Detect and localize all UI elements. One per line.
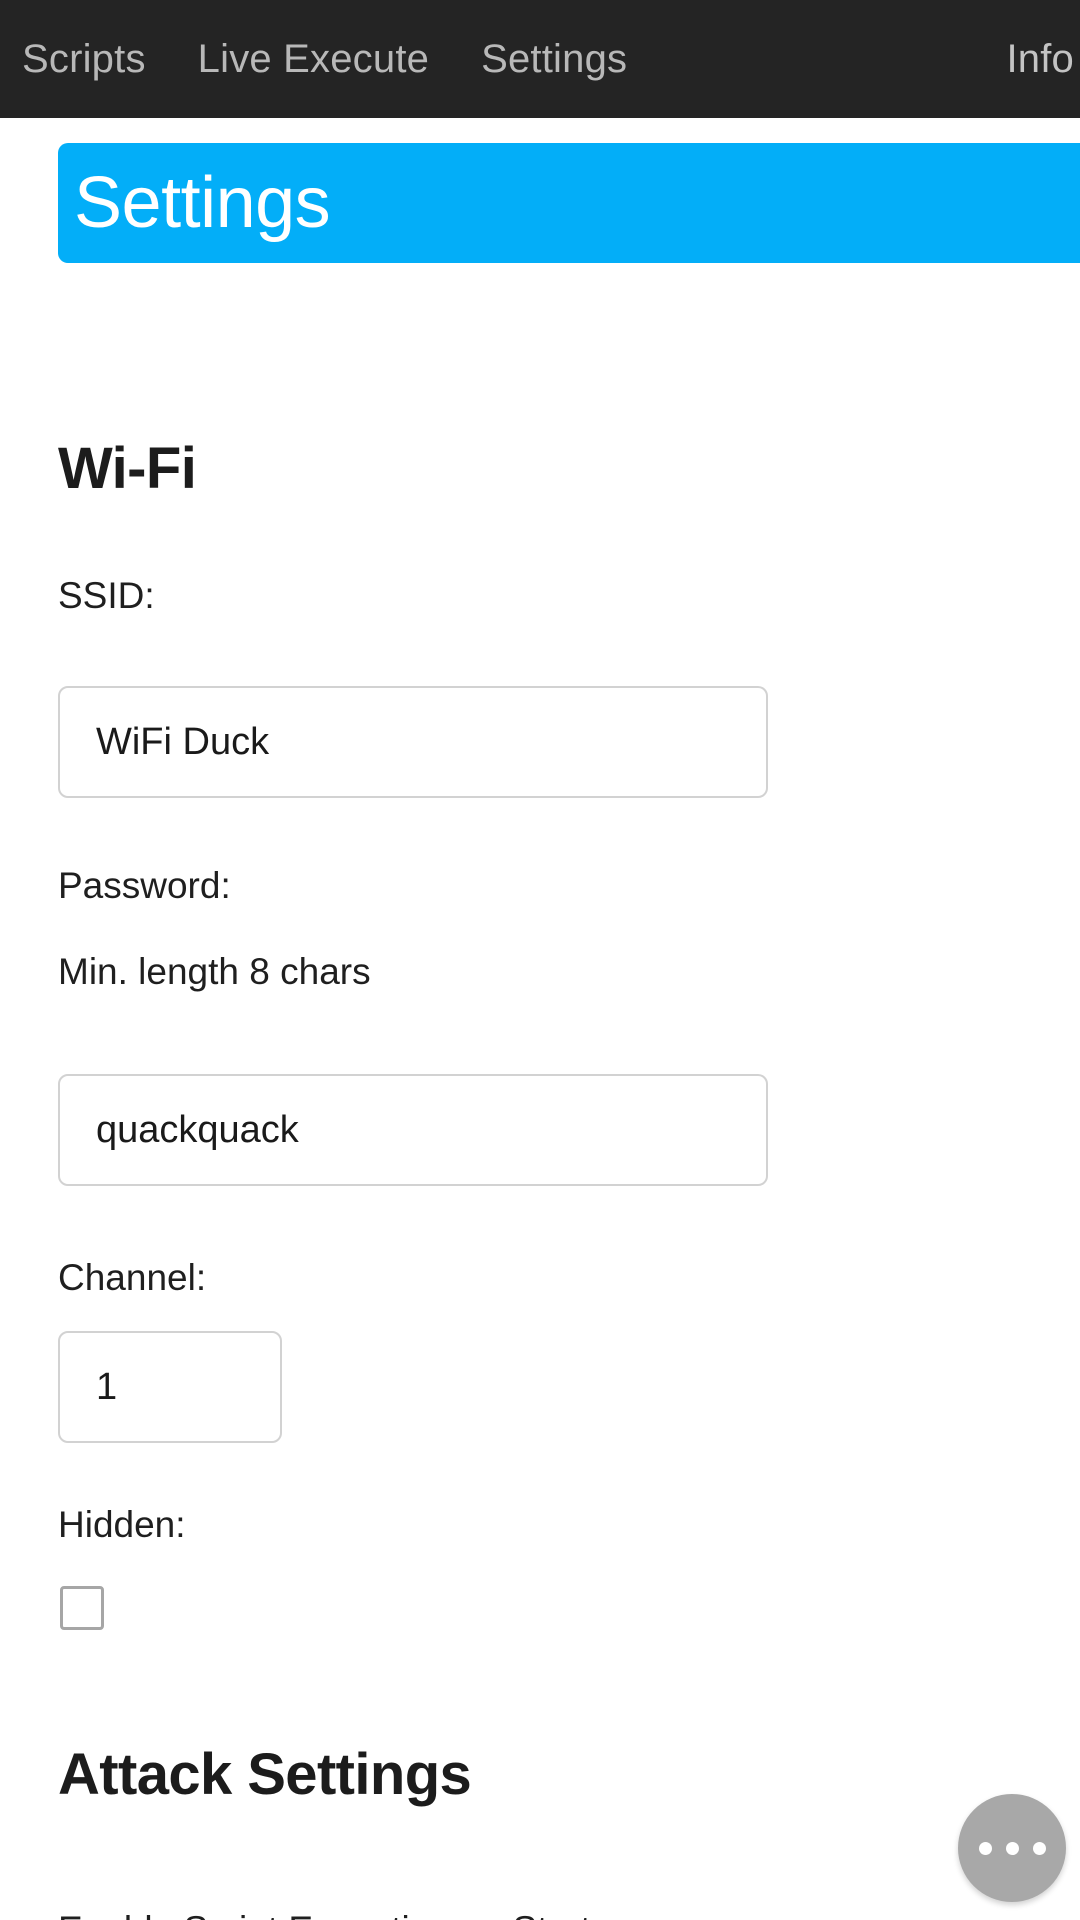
hidden-checkbox[interactable] (60, 1586, 104, 1630)
more-horizontal-icon-dot3 (1032, 1841, 1046, 1855)
password-input[interactable]: quackquack (58, 1074, 768, 1186)
channel-label: Channel: (58, 1257, 207, 1298)
tab-live-execute[interactable]: Live Execute (172, 39, 455, 79)
settings-webview: Settings Wi-Fi SSID: WiFi Duck Password:… (0, 118, 1080, 1920)
section-heading-wifi: Wi-Fi (58, 436, 197, 501)
more-horizontal-icon (978, 1841, 992, 1855)
password-label: Password: (58, 865, 231, 906)
top-tab-bar: Scripts Live Execute Settings Info (0, 0, 1080, 118)
channel-input[interactable]: 1 (58, 1331, 282, 1443)
tab-settings[interactable]: Settings (455, 39, 653, 79)
password-hint: Min. length 8 chars (58, 951, 371, 992)
ssid-input[interactable]: WiFi Duck (58, 686, 768, 798)
ssid-label: SSID: (58, 575, 155, 616)
tab-info[interactable]: Info (980, 39, 1080, 79)
more-horizontal-icon-dot2 (1005, 1841, 1019, 1855)
hidden-label: Hidden: (58, 1504, 186, 1545)
tab-scripts[interactable]: Scripts (14, 39, 172, 79)
overflow-menu-fab[interactable] (958, 1794, 1066, 1902)
section-heading-attack: Attack Settings (58, 1742, 472, 1807)
page-title-banner: Settings (58, 143, 1080, 263)
app-screen: Scripts Live Execute Settings Info Setti… (0, 0, 1080, 1920)
page-title: Settings (74, 163, 331, 243)
startup-execution-label: Enable Script Execution on Startup: (58, 1911, 642, 1920)
